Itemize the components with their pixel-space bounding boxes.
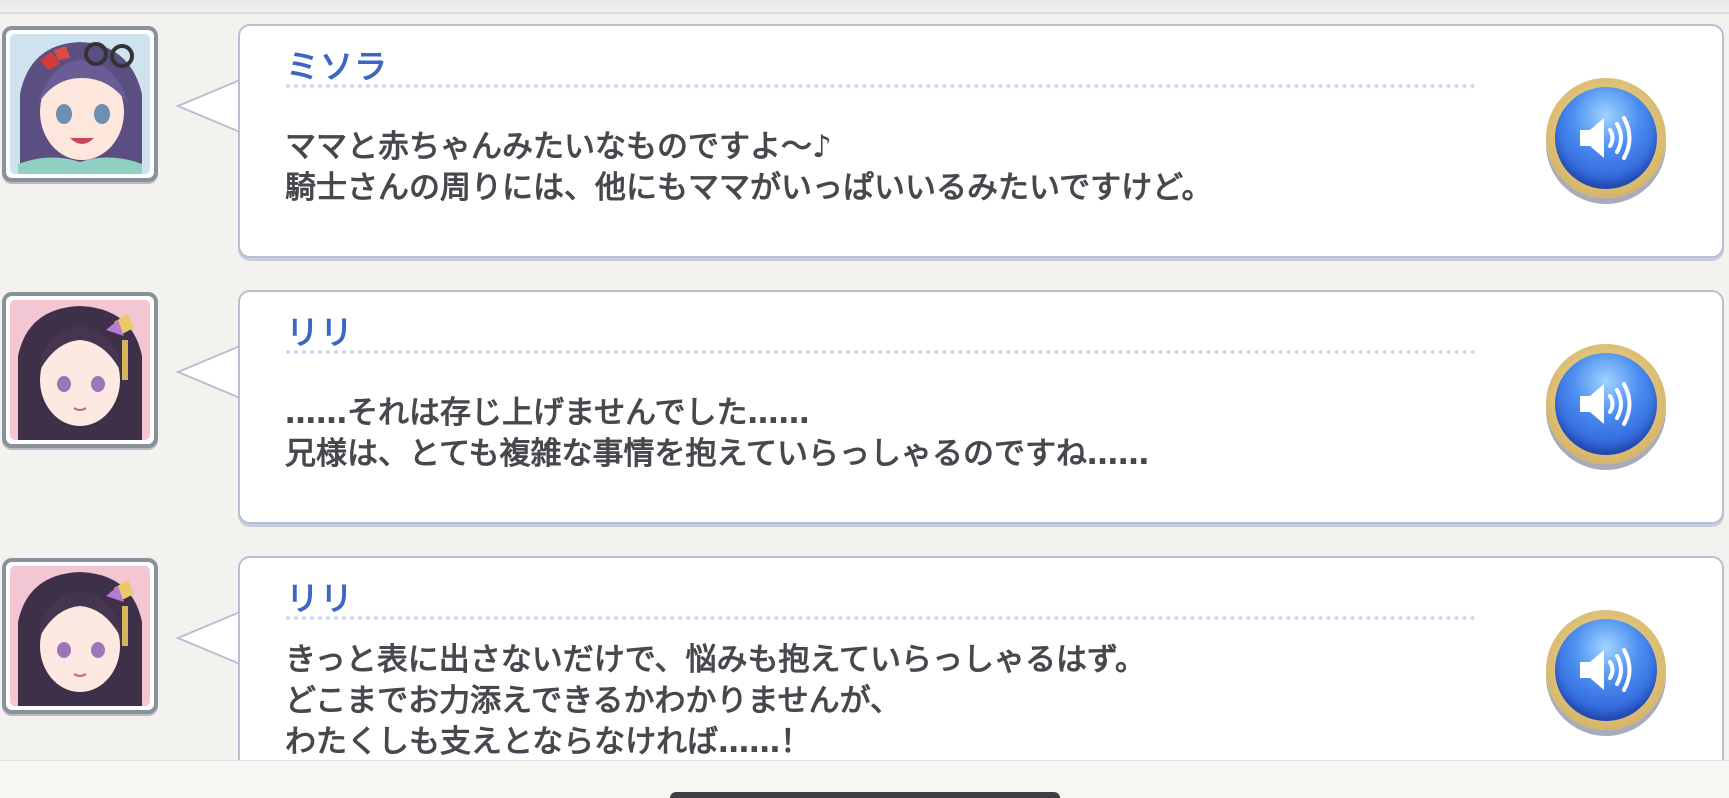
dialogue-line: ……それは存じ上げませんでした…… — [285, 395, 810, 431]
dialogue-line: きっと表に出さないだけで、悩みも抱えていらっしゃるはず。 — [285, 642, 1146, 678]
scroll-handle[interactable] — [670, 792, 1060, 798]
speaker-volume-icon — [1580, 382, 1632, 426]
dialogue-line: ママと赤ちゃんみたいなものですよ～♪ — [285, 129, 832, 165]
log-entry: リリ きっと表に出さないだけで、悩みも抱えていらっしゃるはず。 どこまでお力添え… — [0, 532, 1729, 762]
speaker-volume-icon — [1580, 648, 1632, 692]
dialogue-log[interactable]: ミソラ ママと赤ちゃんみたいなものですよ～♪ 騎士さんの周りには、他にもママがい… — [0, 0, 1729, 762]
log-entry: リリ ……それは存じ上げませんでした…… 兄様は、とても複雑な事情を抱えていらっ… — [0, 266, 1729, 524]
dialogue-line: 騎士さんの周りには、他にもママがいっぱいいるみたいですけど。 — [285, 170, 1213, 206]
speaker-name: リリ — [286, 313, 354, 352]
name-divider — [286, 616, 1476, 620]
name-divider — [286, 350, 1476, 354]
bubble-tail — [176, 79, 242, 133]
dialogue-line: 兄様は、とても複雑な事情を抱えていらっしゃるのですね…… — [285, 436, 1149, 472]
bubble-tail — [176, 345, 242, 399]
speaker-name: ミソラ — [286, 47, 388, 86]
name-divider — [286, 84, 1476, 88]
voice-replay-button[interactable] — [1546, 344, 1666, 464]
voice-replay-button[interactable] — [1546, 610, 1666, 730]
voice-replay-button[interactable] — [1546, 78, 1666, 198]
dialogue-line: わたくしも支えとならなければ……！ — [285, 724, 812, 760]
log-entry: ミソラ ママと赤ちゃんみたいなものですよ～♪ 騎士さんの周りには、他にもママがい… — [0, 0, 1729, 258]
speaker-name: リリ — [286, 579, 354, 618]
riri-portrait-icon — [2, 558, 158, 714]
bubble-tail — [176, 611, 242, 665]
speaker-volume-icon — [1580, 116, 1632, 160]
misora-portrait-icon — [2, 26, 158, 182]
dialogue-line: どこまでお力添えできるかわかりませんが、 — [285, 683, 901, 719]
riri-portrait-icon — [2, 292, 158, 448]
